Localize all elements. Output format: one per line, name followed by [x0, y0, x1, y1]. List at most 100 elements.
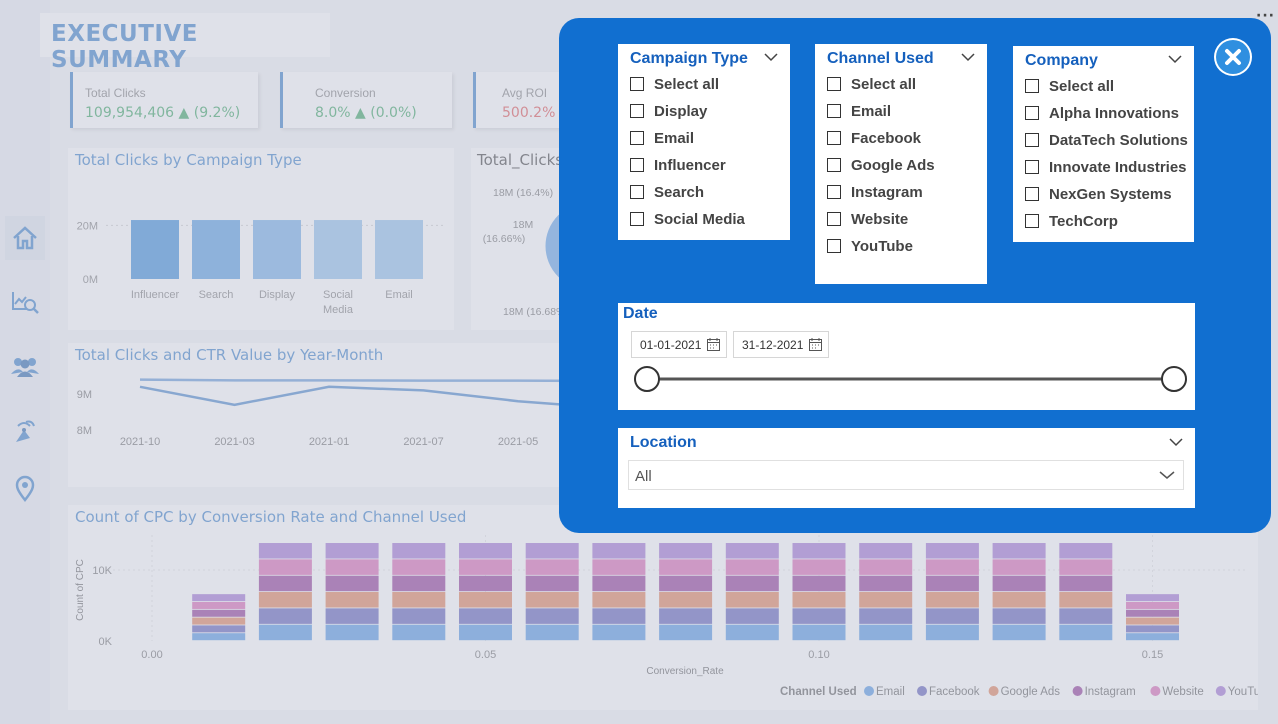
slicer-option-label: Email [654, 129, 695, 147]
date-start-input[interactable]: 01-01-2021 [631, 331, 727, 358]
slicer-option[interactable]: Select all [630, 73, 719, 95]
page-title: EXECUTIVE SUMMARY [51, 21, 198, 73]
slicer-option[interactable]: Search [630, 181, 704, 203]
y-tick-label: 10K [92, 565, 112, 577]
close-filters-button[interactable] [1214, 38, 1252, 76]
checkbox[interactable] [630, 104, 644, 118]
legend-title: Channel Used [780, 686, 857, 698]
x-tick-label: Display [259, 289, 296, 301]
clicks-ctr-line-panel[interactable]: Total Clicks and CTR Value by Year-Month… [68, 343, 578, 487]
x-tick-label: 0.05 [475, 649, 496, 661]
slicer-option[interactable]: TechCorp [1025, 210, 1118, 232]
channel-used-slicer[interactable]: Channel Used Select all Email Facebook Goog… [815, 44, 987, 284]
checkbox[interactable] [827, 131, 841, 145]
checkbox[interactable] [1025, 187, 1039, 201]
nav-analysis[interactable] [5, 280, 45, 324]
nav-home[interactable] [5, 216, 45, 260]
slicer-option[interactable]: Innovate Industries [1025, 156, 1187, 178]
checkbox[interactable] [827, 212, 841, 226]
slicer-option[interactable]: Display [630, 100, 707, 122]
chevron-down-icon [1159, 471, 1175, 479]
bar-segment [659, 543, 713, 559]
legend-item: Facebook [929, 686, 980, 698]
checkbox[interactable] [827, 77, 841, 91]
bar-segment [525, 592, 579, 608]
slicer-option[interactable]: Instagram [827, 181, 923, 203]
slicer-option[interactable]: Website [827, 208, 908, 230]
slicer-option-label: YouTube [851, 237, 913, 255]
checkbox[interactable] [630, 77, 644, 91]
slicer-option-label: Social Media [654, 210, 745, 228]
checkbox[interactable] [827, 185, 841, 199]
nav-channels[interactable] [5, 408, 45, 452]
bar-segment [792, 592, 846, 608]
slicer-option-label: Select all [1049, 77, 1115, 95]
slicer-option[interactable]: YouTube [827, 235, 913, 257]
slicer-option[interactable]: Select all [1025, 75, 1114, 97]
bar-segment [325, 559, 379, 575]
checkbox[interactable] [827, 239, 841, 253]
bar-segment [859, 575, 913, 592]
nav-audience[interactable] [5, 344, 45, 388]
checkbox[interactable] [630, 158, 644, 172]
checkbox[interactable] [630, 131, 644, 145]
bar-segment [1126, 601, 1179, 609]
calendar-icon[interactable] [809, 338, 822, 351]
slicer-option[interactable]: Facebook [827, 127, 921, 149]
series-line [139, 385, 578, 408]
slicer-option[interactable]: Select all [827, 73, 916, 95]
bar-segment [992, 608, 1046, 624]
company-slicer[interactable]: Company Select all Alpha Innovations DataT… [1013, 46, 1194, 242]
location-dropdown[interactable]: All [628, 460, 1184, 490]
chevron-down-icon[interactable] [961, 52, 975, 62]
clicks-by-campaign-panel[interactable]: Total Clicks by Campaign Type 20M 0M Influ… [68, 148, 454, 330]
campaign-type-slicer[interactable]: Campaign Type Select all Display Email Infl… [618, 44, 790, 240]
slicer-title: Campaign Type [630, 50, 748, 67]
slicer-option[interactable]: Google Ads [827, 154, 935, 176]
x-tick-label: 2021-07 [403, 436, 443, 448]
nav-location[interactable] [5, 466, 45, 510]
checkbox[interactable] [630, 185, 644, 199]
legend-swatch [1215, 686, 1226, 696]
checkbox[interactable] [1025, 214, 1039, 228]
slicer-option[interactable]: NexGen Systems [1025, 183, 1172, 205]
slicer-option[interactable]: DataTech Solutions [1025, 129, 1188, 151]
calendar-icon[interactable] [707, 338, 720, 351]
checkbox[interactable] [1025, 79, 1039, 93]
location-value: All [635, 468, 652, 485]
bar-segment [525, 624, 579, 641]
pie-data-label: (16.66%) [483, 233, 526, 245]
bar-segment [592, 592, 646, 608]
checkbox[interactable] [827, 104, 841, 118]
bar-segment [725, 624, 779, 641]
slicer-option[interactable]: Email [630, 127, 694, 149]
slicer-option[interactable]: Alpha Innovations [1025, 102, 1179, 124]
chevron-down-icon[interactable] [1169, 437, 1183, 447]
bar-segment [592, 608, 646, 624]
checkbox[interactable] [1025, 133, 1039, 147]
checkbox[interactable] [1025, 106, 1039, 120]
location-slicer[interactable]: Location All [618, 428, 1195, 508]
slicer-option[interactable]: Social Media [630, 208, 745, 230]
bar-segment [192, 633, 246, 641]
chevron-down-icon[interactable] [764, 52, 778, 62]
slicer-option-label: Select all [851, 75, 917, 93]
checkbox[interactable] [827, 158, 841, 172]
bar-segment [525, 608, 579, 624]
slicer-option[interactable]: Influencer [630, 154, 726, 176]
chevron-down-icon[interactable] [1168, 54, 1182, 64]
clicks-ctr-line-chart: 9M8M2021-102021-032021-012021-072021-052… [77, 378, 578, 448]
slicer-option-label: Select all [654, 75, 720, 93]
date-range-slider[interactable] [618, 360, 1195, 400]
kpi-card-total-clicks[interactable]: Total Clicks 109,954,406 ▲ (9.2%) [70, 72, 258, 128]
date-end-input[interactable]: 31-12-2021 [733, 331, 829, 358]
bar-segment [859, 559, 913, 575]
slicer-option[interactable]: Email [827, 100, 891, 122]
bar-segment [459, 624, 512, 641]
bar-segment [792, 575, 846, 592]
kpi-card-conversion[interactable]: Conversion 8.0% ▲ (0.0%) [280, 72, 452, 128]
bar-segment [525, 575, 579, 592]
checkbox[interactable] [630, 212, 644, 226]
cpc-stacked-panel[interactable]: Count of CPC by Conversion Rate and Chan… [68, 505, 1258, 710]
checkbox[interactable] [1025, 160, 1039, 174]
